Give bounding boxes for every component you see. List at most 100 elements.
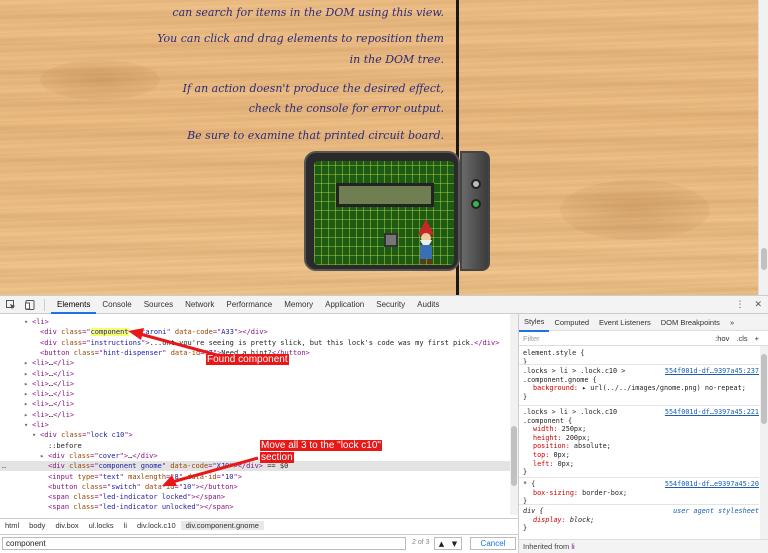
hint-line-3: in the DOM tree. [349,53,444,66]
dom-node-line[interactable]: ▸ <div class="cover">…</div> [0,451,510,461]
breadcrumb-item[interactable]: div.box [50,521,83,530]
style-property[interactable]: height: 200px; [523,434,759,443]
dom-node-line[interactable]: ▾ <div class="lock c10"> [0,430,510,440]
devtools-close-icon[interactable]: ✕ [754,300,762,310]
device-toolbar-icon[interactable] [22,297,38,313]
rule-source-link[interactable]: 554f001d-df…e9397a45:20 [665,480,759,489]
page-scrollbar[interactable] [758,0,768,295]
style-property[interactable]: top: 0px; [523,451,759,460]
tab-console[interactable]: Console [96,296,137,314]
collapse-triangle-icon[interactable]: ▾ [24,317,32,327]
breadcrumb-item[interactable]: li [119,521,132,530]
styles-tabbar: Styles Computed Event Listeners DOM Brea… [519,314,768,332]
rule-source-link[interactable]: 554f001d-df…9397a45:221 [665,408,759,417]
dom-node-line[interactable]: <span class="led-indicator locked"></spa… [0,492,510,502]
inherited-from-link[interactable]: li [571,542,574,551]
expand-triangle-icon[interactable]: ▸ [24,389,32,399]
annotation-move-line-2: section [260,452,294,463]
styles-filter-input[interactable]: Filter [523,334,540,343]
dom-node-line[interactable]: ▸ <li>…</li> [0,410,510,420]
tab-sources[interactable]: Sources [138,296,179,314]
collapse-triangle-icon[interactable]: ▾ [32,430,40,440]
dom-node-line[interactable]: ▸ <li>…</li> [0,389,510,399]
dom-node-line[interactable]: <div class="instructions">...ont you're … [0,338,510,348]
expand-triangle-icon[interactable]: ▸ [24,399,32,409]
tab-performance[interactable]: Performance [220,296,278,314]
hint-line-1: can search for items in the DOM using th… [172,6,444,19]
style-property[interactable]: background: ▸ url(../../images/gnome.png… [523,384,759,393]
led-locked-icon [471,179,481,189]
expand-triangle-icon[interactable]: ▸ [24,358,32,368]
tab-memory[interactable]: Memory [278,296,319,314]
lock-c10[interactable] [304,151,460,271]
hint-line-2: You can click and drag elements to repos… [157,32,444,45]
more-tabs-icon[interactable]: » [725,314,739,331]
gnome-component[interactable] [414,219,438,265]
dom-node-line[interactable]: <span class="led-indicator unlocked"></s… [0,502,510,512]
hov-toggle[interactable]: :hov [715,334,729,343]
rule-source-link[interactable]: 554f001d-df…9397a45:237 [665,367,759,376]
style-rule[interactable]: .locks > li > .lock.c10 > .component.gnom… [523,367,759,401]
style-rule[interactable]: div {display: block;} user agent styleshe… [523,507,759,533]
hint-line-5: check the console for error output. [248,102,444,115]
dom-node-line[interactable]: <button class="switch" data-id="10"></bu… [0,482,510,492]
search-cancel-button[interactable]: Cancel [470,537,516,550]
tab-event-listeners[interactable]: Event Listeners [594,314,656,331]
breadcrumb-item[interactable]: html [0,521,24,530]
expand-triangle-icon[interactable]: ▸ [24,379,32,389]
style-property[interactable]: left: 0px; [523,460,759,469]
lock-switch-panel [460,151,490,271]
tab-computed[interactable]: Computed [549,314,594,331]
breadcrumb-item[interactable]: ul.locks [84,521,119,530]
collapse-triangle-icon[interactable]: ▾ [24,420,32,430]
rule-divider [519,504,759,505]
tab-elements[interactable]: Elements [51,296,97,314]
tab-audits[interactable]: Audits [411,296,445,314]
dom-node-line[interactable]: ▾ <li> [0,420,510,430]
devtools-tabbar: Elements Console Sources Network Perform… [0,296,768,314]
expand-triangle-icon[interactable]: ▸ [24,369,32,379]
styles-scrollbar[interactable] [760,346,768,539]
dom-node-line[interactable]: ▸ <li>…</li> [0,369,510,379]
wood-knot [560,180,710,240]
dom-node-line[interactable]: ▸ <li>…</li> [0,379,510,389]
search-input[interactable]: component [2,537,406,550]
tab-network[interactable]: Network [179,296,220,314]
wood-knot [40,60,160,100]
dom-tree-scrollbar[interactable] [510,314,518,515]
inherited-from-header: Inherited from li [519,539,768,553]
selected-dom-node[interactable]: … <div class="component gnome" data-code=… [0,461,510,472]
tab-dom-breakpoints[interactable]: DOM Breakpoints [656,314,725,331]
breadcrumb-item[interactable]: div.lock.c10 [132,521,181,530]
style-rule[interactable]: * {box-sizing: border-box;} 554f001d-df…e… [523,480,759,506]
styles-filter-row: Filter :hov .cls + [519,331,768,346]
style-property[interactable]: position: absolute; [523,442,759,451]
style-rule[interactable]: .locks > li > .lock.c10 .component {width… [523,408,759,477]
dom-tree[interactable]: ▾ <li> <div class="component macaroni" dat… [0,314,518,515]
dom-node-line[interactable]: <input type="text" maxlength="8" data-id… [0,472,510,482]
breadcrumb-item[interactable]: div.component.gnome [180,521,264,530]
style-property[interactable]: width: 250px; [523,425,759,434]
devtools-menu-icon[interactable]: ⋮ [735,300,744,310]
inspect-element-icon[interactable] [3,297,19,313]
tab-application[interactable]: Application [319,296,370,314]
expand-triangle-icon[interactable]: ▸ [40,451,48,461]
rule-divider [519,364,759,365]
rule-source-link[interactable]: user agent stylesheet [673,507,759,516]
search-next-icon[interactable]: ▼ [452,540,457,548]
expand-triangle-icon[interactable]: ▸ [24,410,32,420]
dom-search-bar: component 2 of 3 ▲ ▼ Cancel [0,534,518,552]
tab-security[interactable]: Security [370,296,411,314]
dom-node-line[interactable]: ▾ <li> [0,317,510,327]
search-prev-icon[interactable]: ▲ [439,540,444,548]
dom-node-line[interactable]: ▸ <li>…</li> [0,399,510,409]
dom-node-line[interactable]: <div class="component macaroni" data-cod… [0,327,510,337]
style-property[interactable]: box-sizing: border-box; [523,489,759,498]
breadcrumb-item[interactable]: body [24,521,50,530]
cls-toggle[interactable]: .cls [736,334,747,343]
dom-node-line[interactable]: ::before [0,441,510,451]
style-property[interactable]: display: block; [523,516,759,525]
new-rule-button[interactable]: + [755,334,759,343]
led-unlocked-icon [471,199,481,209]
tab-styles[interactable]: Styles [519,314,550,332]
